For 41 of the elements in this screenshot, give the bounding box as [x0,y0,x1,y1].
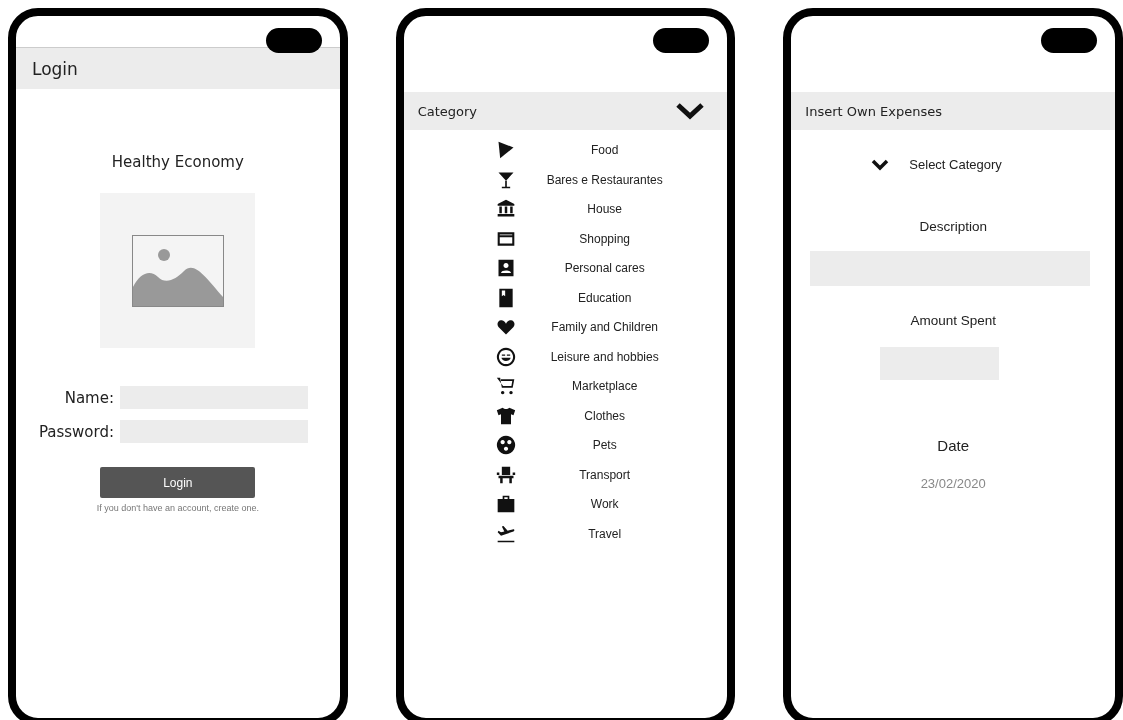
category-item[interactable]: Leisure and hobbies [519,349,690,364]
field-label: Name: [63,388,115,407]
camera-notch [653,28,710,53]
category-item[interactable]: Marketplace [519,379,690,393]
field-label: Date [937,437,969,454]
heart-icon [495,317,516,337]
signup-hint: If you don't have an account, create one. [96,503,259,513]
category-item[interactable]: Personal cares [519,261,690,275]
smiley-icon [495,346,516,367]
chevron-down-icon[interactable] [871,158,890,171]
bank-building-icon [495,199,516,219]
t-shirt-icon [495,405,516,426]
briefcase-icon [495,494,516,514]
category-item[interactable]: Travel [519,526,690,541]
category-item[interactable]: Pets [519,438,690,452]
screen-title: Insert Own Expenses [805,103,942,119]
category-item[interactable]: Transport [519,467,690,482]
shopping-cart-icon [495,376,516,396]
screen-title: Category [417,103,478,119]
image-placeholder-icon [131,234,224,307]
date-value[interactable]: 23/02/2020 [920,476,986,491]
category-item[interactable]: Shopping [519,231,690,246]
camera-notch [1041,28,1097,53]
airplane-icon [495,523,516,544]
camera-notch [265,28,322,53]
app-title: Healthy Economy [111,153,244,171]
category-item[interactable]: Food [519,143,690,157]
category-select[interactable]: Select Category [909,157,1002,172]
field-label: Description [919,219,987,234]
login-button[interactable]: Login [100,467,256,498]
category-item[interactable]: Clothes [519,408,690,423]
category-item[interactable]: House [519,202,690,216]
field-label: Amount Spent [910,313,996,328]
chevron-down-icon[interactable] [675,101,706,121]
category-item[interactable]: Family and Children [519,320,690,334]
category-item[interactable]: Work [519,497,690,511]
seat-icon [495,464,516,485]
screen-title: Login [32,58,78,79]
category-item[interactable]: Education [519,290,690,305]
category-item[interactable]: Bares e Restaurantes [519,172,690,187]
field-label: Password: [37,422,115,441]
